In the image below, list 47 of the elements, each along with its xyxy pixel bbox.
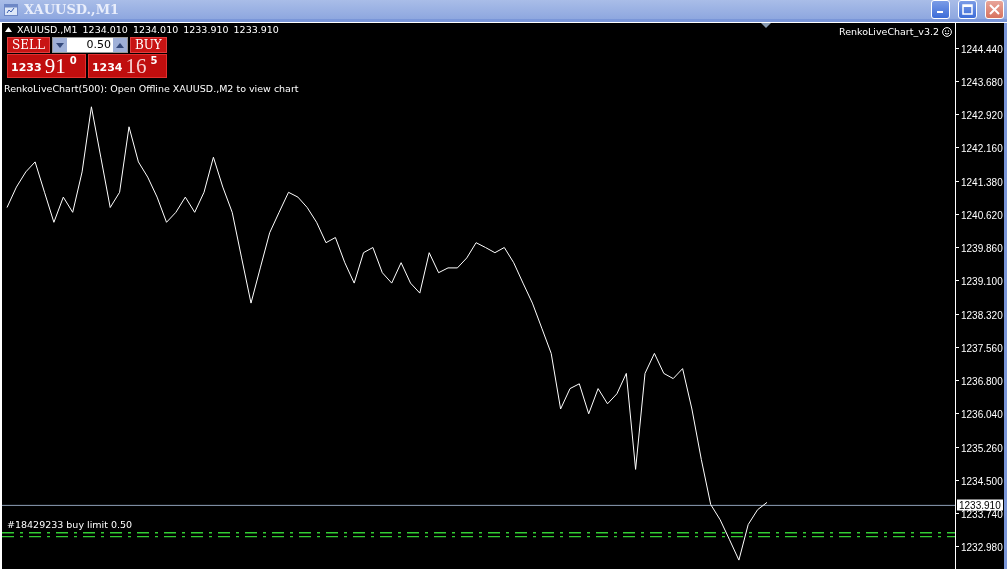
buy-limit-line[interactable] — [2, 532, 955, 538]
close-icon — [989, 4, 1000, 16]
price-axis-label: 1243.680 — [961, 76, 1003, 88]
price-axis-label: 1238.320 — [961, 309, 1003, 321]
maximize-icon — [962, 4, 973, 16]
price-axis-label: 1234.500 — [961, 475, 1003, 487]
price-axis-label: 1236.800 — [961, 375, 1003, 387]
price-axis-label: 1236.040 — [961, 408, 1003, 420]
app-icon — [4, 3, 18, 16]
lot-size-spinner[interactable]: 0.50 — [51, 37, 128, 53]
maximize-button[interactable] — [958, 0, 977, 20]
ohlc-value: 1234.010 — [132, 24, 179, 35]
price-axis-label: 1235.260 — [961, 442, 1003, 454]
ohlc-value: 1233.910 — [183, 24, 229, 35]
sell-price-prefix: 1233 — [11, 61, 42, 74]
price-axis-label: 1239.100 — [961, 275, 1003, 287]
smiley-icon — [942, 26, 952, 37]
price-axis-label: 1232.980 — [961, 541, 1003, 553]
price-axis-label: 1242.920 — [961, 109, 1003, 121]
price-axis-label: 1242.160 — [961, 142, 1003, 154]
down-arrow-icon[interactable] — [55, 42, 64, 48]
price-axis-label: 1244.440 — [961, 43, 1003, 55]
indicator-message: RenkoLiveChart(500): Open Offline XAUUSD.,M2 to view chart — [4, 83, 299, 94]
price-axis-label: 1233.740 — [961, 508, 1003, 520]
buy-price-fraction: 5 — [150, 55, 158, 66]
sell-button[interactable]: SELL — [7, 37, 50, 53]
expert-name: RenkoLiveChart_v3.2 — [839, 26, 939, 37]
ohlc-value: 1233.910 — [233, 24, 279, 35]
price-axis-label: 1239.860 — [961, 242, 1003, 254]
up-arrow-icon[interactable] — [115, 42, 124, 48]
price-axis-label: 1237.560 — [961, 342, 1003, 354]
sell-price-pips: 91 — [44, 55, 66, 77]
order-label: #18429233 buy limit 0.50 — [7, 518, 133, 530]
price-axis-label: 1241.380 — [961, 176, 1003, 188]
price-axis-label: 1240.620 — [961, 209, 1003, 221]
buy-price-prefix: 1234 — [91, 61, 123, 74]
sell-price-fraction: 0 — [69, 55, 77, 66]
buy-button[interactable]: BUY — [129, 37, 167, 53]
chart-symbol: XAUUSD.,M1 — [17, 24, 78, 35]
triangle-icon — [5, 27, 12, 32]
current-price-label: 1233.910 — [957, 499, 1003, 511]
lot-size-value: 0.50 — [85, 38, 112, 52]
buy-price-pips: 16 — [125, 55, 147, 77]
close-button[interactable] — [985, 0, 1004, 20]
window-title: XAUUSD.,M1 — [24, 2, 121, 18]
minimize-button[interactable] — [931, 0, 950, 20]
ohlc-value: 1234.010 — [82, 24, 128, 35]
